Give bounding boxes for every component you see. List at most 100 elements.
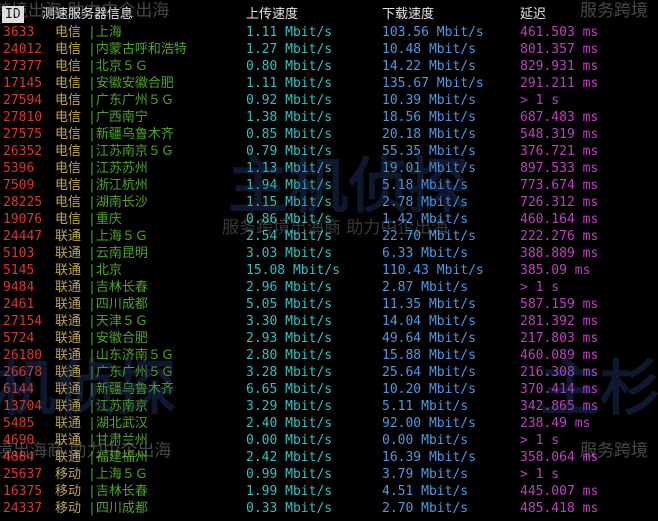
table-row: 16375 移动 |吉林长春 1.99 Mbit/s 4.51 Mbit/s 445.00… xyxy=(0,483,658,500)
row-latency: 388.889 ms xyxy=(520,246,599,261)
row-id: 26180 xyxy=(3,348,43,363)
row-upload: 0.99 Mbit/s xyxy=(246,467,333,482)
row-latency: 222.276 ms xyxy=(520,229,599,244)
row-isp: 电信 xyxy=(55,42,82,57)
row-isp: 电信 xyxy=(55,161,82,176)
row-upload: 1.11 Mbit/s xyxy=(246,76,333,91)
row-isp: 移动 xyxy=(55,484,82,499)
row-isp: 电信 xyxy=(55,178,82,193)
table-row: 4690 联通 |甘肃兰州 0.00 Mbit/s 0.00 Mbit/s > 1 s xyxy=(0,432,658,449)
table-row: 6144 联通 |新疆乌鲁木齐 6.65 Mbit/s 10.20 Mbit/s 370.… xyxy=(0,381,658,398)
row-id: 4690 xyxy=(3,433,35,448)
table-row: 26678 联通 |广东广州５Ｇ 3.28 Mbit/s 25.64 Mbit/s 216… xyxy=(0,364,658,381)
row-location: |四川成都 xyxy=(88,501,148,516)
row-latency: 281.392 ms xyxy=(520,314,599,329)
row-latency: 238.49 ms xyxy=(520,416,591,431)
row-download: 16.39 Mbit/s xyxy=(382,450,476,465)
row-location: |天津５Ｇ xyxy=(88,314,148,329)
table-row: 5145 联通 |北京 15.08 Mbit/s 110.43 Mbit/s 385.09… xyxy=(0,262,658,279)
row-id: 27377 xyxy=(3,59,43,74)
row-isp: 联通 xyxy=(55,365,82,380)
row-upload: 1.38 Mbit/s xyxy=(246,110,333,125)
table-row: 24447 联通 |上海５Ｇ 2.54 Mbit/s 22.70 Mbit/s 222.2… xyxy=(0,228,658,245)
row-location: |北京５Ｇ xyxy=(88,59,148,74)
row-download: 55.35 Mbit/s xyxy=(382,144,476,159)
row-download: 3.79 Mbit/s xyxy=(382,467,469,482)
row-id: 5724 xyxy=(3,331,35,346)
row-id: 28225 xyxy=(3,195,43,210)
row-location: |江苏南京 xyxy=(88,399,148,414)
row-latency: 376.721 ms xyxy=(520,144,599,159)
row-id: 27575 xyxy=(3,127,43,142)
row-isp: 电信 xyxy=(55,212,82,227)
row-download: 5.11 Mbit/s xyxy=(382,399,469,414)
row-download: 103.56 Mbit/s xyxy=(382,25,484,40)
row-id: 5485 xyxy=(3,416,35,431)
row-download: 20.18 Mbit/s xyxy=(382,127,476,142)
row-upload: 2.96 Mbit/s xyxy=(246,280,333,295)
row-upload: 2.42 Mbit/s xyxy=(246,450,333,465)
row-download: 22.70 Mbit/s xyxy=(382,229,476,244)
row-latency: 829.931 ms xyxy=(520,59,599,74)
row-isp: 联通 xyxy=(55,314,82,329)
row-latency: 485.418 ms xyxy=(520,501,599,516)
table-row: 7509 电信 |浙江杭州 1.94 Mbit/s 5.18 Mbit/s 773.674… xyxy=(0,177,658,194)
row-id: 6144 xyxy=(3,382,35,397)
row-download: 2.87 Mbit/s xyxy=(382,280,469,295)
row-id: 5103 xyxy=(3,246,35,261)
terminal-window: ID 测速服务器信息 上传速度 下载速度 延迟 3633 电信 |上海 1.11 Mb… xyxy=(0,0,658,521)
row-download: 0.00 Mbit/s xyxy=(382,433,469,448)
header-upload: 上传速度 xyxy=(246,7,299,22)
row-isp: 联通 xyxy=(55,229,82,244)
table-row: 5485 联通 |湖北武汉 2.40 Mbit/s 92.00 Mbit/s 238.49… xyxy=(0,415,658,432)
row-isp: 联通 xyxy=(55,331,82,346)
row-location: |安徽合肥 xyxy=(88,331,148,346)
row-id: 26678 xyxy=(3,365,43,380)
row-upload: 0.92 Mbit/s xyxy=(246,93,333,108)
row-id: 13704 xyxy=(3,399,43,414)
row-latency: 897.533 ms xyxy=(520,161,599,176)
row-download: 2.78 Mbit/s xyxy=(382,195,469,210)
row-isp: 联通 xyxy=(55,246,82,261)
row-latency: 461.503 ms xyxy=(520,25,599,40)
row-isp: 电信 xyxy=(55,93,82,108)
row-latency: 445.007 ms xyxy=(520,484,599,499)
row-isp: 移动 xyxy=(55,467,82,482)
row-upload: 1.99 Mbit/s xyxy=(246,484,333,499)
row-download: 1.42 Mbit/s xyxy=(382,212,469,227)
row-location: |吉林长春 xyxy=(88,280,148,295)
row-latency: > 1 s xyxy=(520,280,560,295)
row-latency: 460.089 ms xyxy=(520,348,599,363)
row-download: 110.43 Mbit/s xyxy=(382,263,484,278)
row-latency: 342.865 ms xyxy=(520,399,599,414)
row-id: 7509 xyxy=(3,178,35,193)
table-row: 24012 电信 |内蒙古呼和浩特 1.27 Mbit/s 10.48 Mbit/s 80… xyxy=(0,41,658,58)
row-latency: > 1 s xyxy=(520,467,560,482)
row-download: 15.88 Mbit/s xyxy=(382,348,476,363)
row-upload: 2.40 Mbit/s xyxy=(246,416,333,431)
row-id: 25637 xyxy=(3,467,43,482)
row-download: 92.00 Mbit/s xyxy=(382,416,476,431)
row-download: 4.51 Mbit/s xyxy=(382,484,469,499)
row-upload: 6.65 Mbit/s xyxy=(246,382,333,397)
row-latency: > 1 s xyxy=(520,433,560,448)
row-id: 9484 xyxy=(3,280,35,295)
row-download: 5.18 Mbit/s xyxy=(382,178,469,193)
row-upload: 3.29 Mbit/s xyxy=(246,399,333,414)
row-latency: 773.674 ms xyxy=(520,178,599,193)
row-isp: 联通 xyxy=(55,382,82,397)
row-download: 49.64 Mbit/s xyxy=(382,331,476,346)
row-upload: 1.13 Mbit/s xyxy=(246,161,333,176)
row-location: |甘肃兰州 xyxy=(88,433,148,448)
row-location: |四川成都 xyxy=(88,297,148,312)
row-latency: 358.064 ms xyxy=(520,450,599,465)
row-location: |吉林长春 xyxy=(88,484,148,499)
row-download: 2.70 Mbit/s xyxy=(382,501,469,516)
row-latency: > 1 s xyxy=(520,93,560,108)
row-upload: 1.94 Mbit/s xyxy=(246,178,333,193)
row-latency: 587.159 ms xyxy=(520,297,599,312)
row-download: 10.20 Mbit/s xyxy=(382,382,476,397)
row-latency: 370.414 ms xyxy=(520,382,599,397)
row-id: 5396 xyxy=(3,161,35,176)
table-row: 27575 电信 |新疆乌鲁木齐 0.85 Mbit/s 20.18 Mbit/s 548… xyxy=(0,126,658,143)
